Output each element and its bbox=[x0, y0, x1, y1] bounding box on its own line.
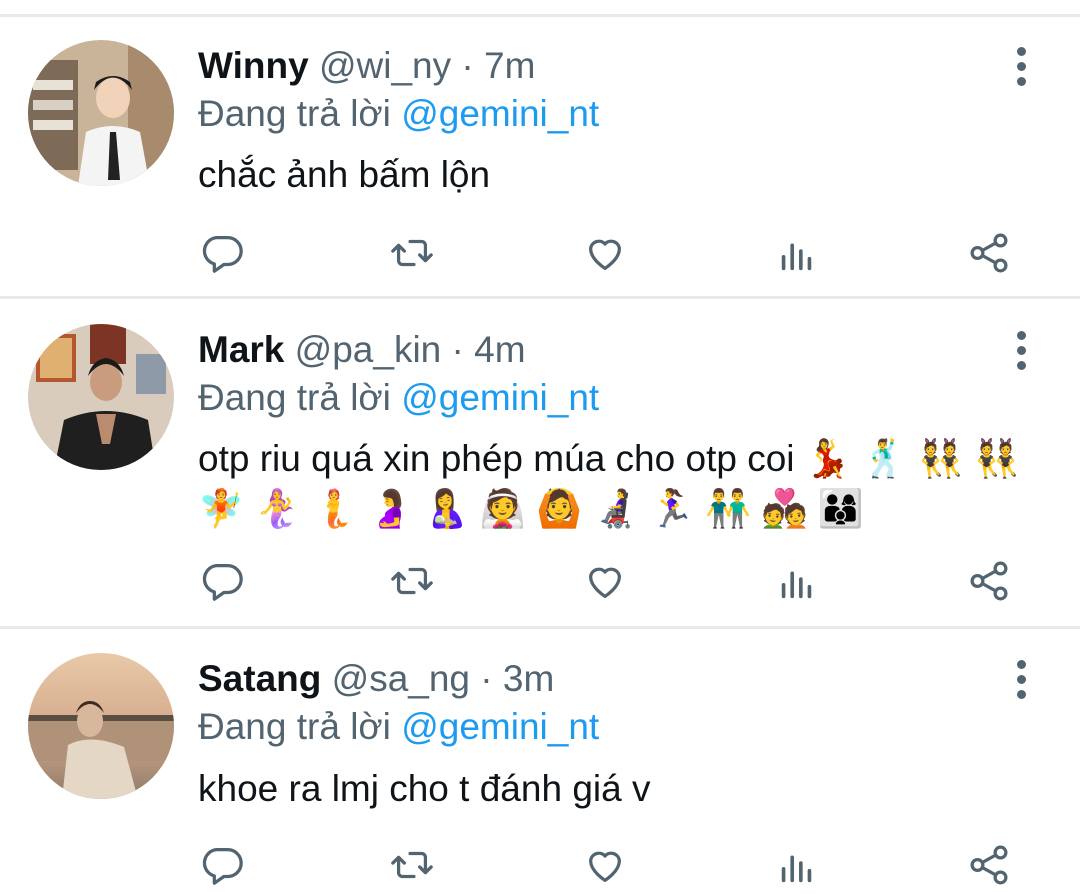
more-icon[interactable] bbox=[1006, 44, 1036, 88]
reply-to-handle[interactable]: @gemini_nt bbox=[401, 377, 599, 418]
views-icon bbox=[781, 855, 812, 883]
reply-prefix: Đang trả lời bbox=[198, 93, 391, 134]
separator-dot: · bbox=[461, 45, 474, 86]
author-handle[interactable]: @pa_kin bbox=[295, 329, 442, 370]
replying-to: Đang trả lời @gemini_nt bbox=[198, 92, 599, 136]
tweet-header: Winny @wi_ny · 7m bbox=[198, 44, 535, 88]
author-handle[interactable]: @sa_ng bbox=[332, 658, 470, 699]
avatar[interactable] bbox=[28, 324, 174, 470]
like-button[interactable] bbox=[580, 556, 630, 606]
divider bbox=[0, 626, 1080, 629]
avatar[interactable] bbox=[28, 40, 174, 186]
avatar-image bbox=[28, 653, 174, 799]
views-button[interactable] bbox=[772, 556, 822, 606]
divider bbox=[0, 14, 1080, 17]
reply-icon bbox=[202, 848, 243, 885]
reply-button[interactable] bbox=[197, 556, 247, 606]
timestamp[interactable]: 7m bbox=[484, 45, 535, 86]
reply-prefix: Đang trả lời bbox=[198, 706, 391, 747]
like-button[interactable] bbox=[580, 840, 630, 890]
timestamp[interactable]: 4m bbox=[474, 329, 525, 370]
tweet-header: Mark @pa_kin · 4m bbox=[198, 328, 526, 372]
like-button[interactable] bbox=[580, 228, 630, 278]
more-icon[interactable] bbox=[1006, 328, 1036, 372]
author-name[interactable]: Satang bbox=[198, 658, 321, 699]
avatar-image bbox=[28, 40, 174, 186]
views-icon bbox=[781, 571, 812, 599]
tweet-text: chắc ảnh bấm lộn bbox=[198, 154, 491, 195]
retweet-button[interactable] bbox=[387, 228, 437, 278]
views-button[interactable] bbox=[772, 840, 822, 890]
replying-to: Đang trả lời @gemini_nt bbox=[198, 376, 599, 420]
share-icon bbox=[970, 233, 1008, 273]
author-handle[interactable]: @wi_ny bbox=[319, 45, 451, 86]
separator-dot: · bbox=[451, 329, 464, 370]
replying-to: Đang trả lời @gemini_nt bbox=[198, 705, 599, 749]
more-icon[interactable] bbox=[1006, 657, 1036, 701]
share-icon bbox=[970, 561, 1008, 601]
divider bbox=[0, 296, 1080, 299]
retweet-icon bbox=[391, 851, 433, 879]
share-icon bbox=[970, 845, 1008, 885]
share-button[interactable] bbox=[964, 228, 1014, 278]
views-button[interactable] bbox=[772, 228, 822, 278]
reply-to-handle[interactable]: @gemini_nt bbox=[401, 93, 599, 134]
tweet-text: otp riu quá xin phép múa cho otp coi 💃 🕺… bbox=[198, 438, 1020, 529]
share-button[interactable] bbox=[964, 556, 1014, 606]
avatar-image bbox=[28, 324, 174, 470]
reply-feed: Winny @wi_ny · 7m Đang trả lời @gemini_n… bbox=[0, 0, 1080, 894]
reply-prefix: Đang trả lời bbox=[198, 377, 391, 418]
views-icon bbox=[781, 243, 812, 271]
like-icon bbox=[588, 567, 622, 598]
tweet-actions bbox=[0, 840, 1080, 890]
retweet-icon bbox=[391, 239, 433, 267]
tweet-actions bbox=[0, 556, 1080, 606]
tweet-header: Satang @sa_ng · 3m bbox=[198, 657, 554, 701]
share-button[interactable] bbox=[964, 840, 1014, 890]
like-icon bbox=[588, 239, 622, 270]
author-name[interactable]: Mark bbox=[198, 329, 284, 370]
tweet-text: khoe ra lmj cho t đánh giá v bbox=[198, 768, 651, 809]
tweet-actions bbox=[0, 228, 1080, 278]
author-name[interactable]: Winny bbox=[198, 45, 309, 86]
reply-button[interactable] bbox=[197, 840, 247, 890]
retweet-button[interactable] bbox=[387, 840, 437, 890]
reply-icon bbox=[202, 564, 243, 601]
retweet-icon bbox=[391, 567, 433, 595]
avatar[interactable] bbox=[28, 653, 174, 799]
separator-dot: · bbox=[480, 658, 493, 699]
reply-icon bbox=[202, 236, 243, 273]
timestamp[interactable]: 3m bbox=[503, 658, 554, 699]
reply-button[interactable] bbox=[197, 228, 247, 278]
retweet-button[interactable] bbox=[387, 556, 437, 606]
like-icon bbox=[588, 851, 622, 882]
reply-to-handle[interactable]: @gemini_nt bbox=[401, 706, 599, 747]
